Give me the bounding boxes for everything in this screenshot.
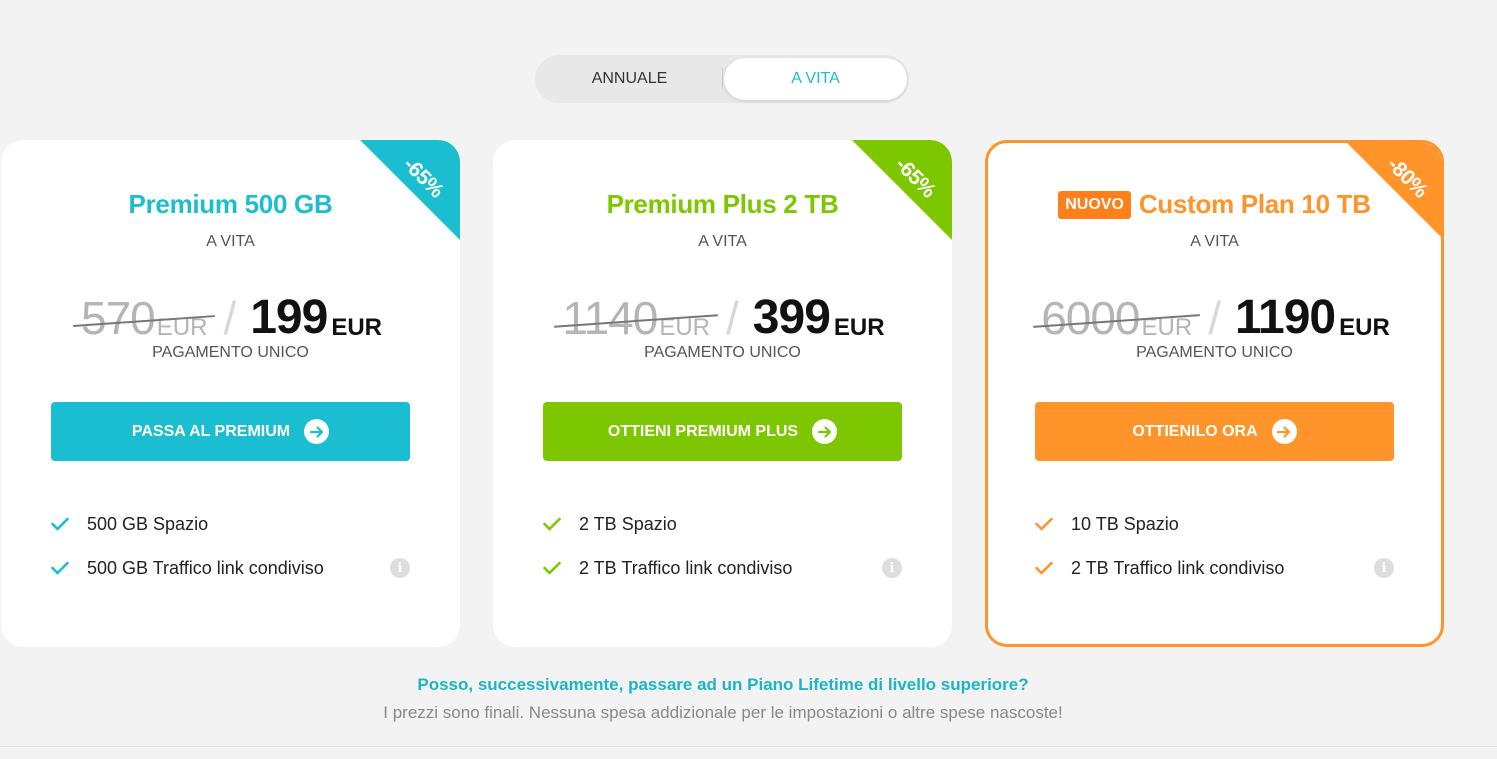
new-price-value: 199 [250, 291, 328, 344]
payment-type: PAGAMENTO UNICO [1136, 344, 1293, 361]
plan-title-text: Premium 500 GB [128, 189, 333, 219]
new-price: 1190 EUR [1234, 291, 1390, 344]
upgrade-faq-link[interactable]: Posso, successivamente, passare ad un Pi… [0, 675, 1446, 695]
plan-card-premium-plus: -65% Premium Plus 2 TB A VITA 1140 EUR /… [493, 140, 952, 647]
get-it-now-button[interactable]: OTTIENILO ORA [1035, 402, 1394, 461]
plan-title-text: Custom Plan 10 TB [1138, 189, 1371, 219]
price-row: 1140 EUR / 399 EUR [493, 285, 952, 344]
new-price-value: 1190 [1234, 291, 1336, 344]
feature-item: 2 TB Traffico link condiviso i [1035, 556, 1394, 580]
plan-card-premium: -65% Premium 500 GB A VITA 570 EUR / 199… [1, 140, 460, 647]
pricing-note: I prezzi sono finali. Nessuna spesa addi… [383, 703, 1063, 722]
price-separator: / [223, 292, 237, 344]
new-price-currency: EUR [833, 314, 885, 341]
new-price: 199 EUR [250, 291, 382, 344]
feature-item: 2 TB Traffico link condiviso i [543, 556, 902, 580]
info-icon[interactable]: i [1374, 558, 1394, 578]
plan-title: Premium 500 GB [1, 189, 460, 220]
check-icon [543, 517, 561, 531]
price-row: 6000 EUR / 1190 EUR [988, 285, 1441, 344]
old-price-value: 570 [81, 292, 156, 344]
plan-title-text: Premium Plus 2 TB [606, 189, 839, 219]
arrow-right-circle-icon [812, 419, 838, 444]
payment-type: PAGAMENTO UNICO [152, 344, 309, 361]
payment-type: PAGAMENTO UNICO [644, 344, 801, 361]
toggle-divider [722, 68, 723, 90]
new-price-currency: EUR [331, 314, 382, 341]
feature-item: 500 GB Traffico link condiviso i [51, 556, 410, 580]
feature-item: 500 GB Spazio [51, 512, 410, 536]
plan-period: A VITA [698, 233, 747, 250]
price-row: 570 EUR / 199 EUR [1, 285, 460, 344]
button-label: OTTIENILO ORA [1132, 422, 1258, 440]
button-label: OTTIENI PREMIUM PLUS [607, 422, 799, 440]
toggle-annual[interactable]: ANNUALE [538, 58, 721, 100]
plan-title: Premium Plus 2 TB [493, 189, 952, 220]
get-premium-plus-button[interactable]: OTTIENI PREMIUM PLUS [543, 402, 902, 461]
check-icon [543, 561, 561, 575]
feature-text: 2 TB Traffico link condiviso [1071, 557, 1285, 578]
plan-period: A VITA [206, 233, 255, 250]
plan-period: A VITA [1190, 233, 1239, 250]
old-price: 570 EUR [73, 292, 216, 344]
old-price: 1140 EUR [554, 292, 718, 344]
old-price: 6000 EUR [1033, 292, 1201, 344]
feature-text: 500 GB Traffico link condiviso [87, 557, 324, 578]
check-icon [51, 561, 69, 575]
feature-text: 2 TB Spazio [579, 513, 677, 534]
new-price-value: 399 [752, 291, 831, 344]
check-icon [1035, 561, 1053, 575]
feature-item: 2 TB Spazio [543, 512, 902, 536]
plan-title: NUOVO Custom Plan 10 TB [988, 189, 1441, 220]
new-badge: NUOVO [1058, 190, 1131, 219]
plan-card-custom: -80% NUOVO Custom Plan 10 TB A VITA 6000… [985, 140, 1444, 647]
feature-text: 500 GB Spazio [87, 513, 209, 534]
old-price-value: 1140 [562, 292, 658, 344]
upgrade-premium-button[interactable]: PASSA AL PREMIUM [51, 402, 410, 461]
feature-text: 2 TB Traffico link condiviso [579, 557, 793, 578]
price-separator: / [726, 292, 739, 344]
arrow-right-circle-icon [304, 419, 330, 444]
button-label: PASSA AL PREMIUM [131, 422, 291, 440]
new-price-currency: EUR [1339, 314, 1390, 341]
divider [0, 746, 1497, 747]
info-icon[interactable]: i [390, 558, 410, 578]
toggle-lifetime[interactable]: A VITA [724, 58, 907, 100]
info-icon[interactable]: i [882, 558, 902, 578]
feature-text: 10 TB Spazio [1071, 513, 1179, 534]
billing-period-toggle[interactable]: ANNUALE A VITA [535, 55, 909, 103]
feature-item: 10 TB Spazio [1035, 512, 1394, 536]
new-price: 399 EUR [752, 291, 885, 344]
check-icon [51, 517, 69, 531]
arrow-right-circle-icon [1271, 419, 1297, 444]
price-separator: / [1208, 292, 1221, 344]
old-price-value: 6000 [1041, 292, 1140, 344]
check-icon [1035, 517, 1053, 531]
